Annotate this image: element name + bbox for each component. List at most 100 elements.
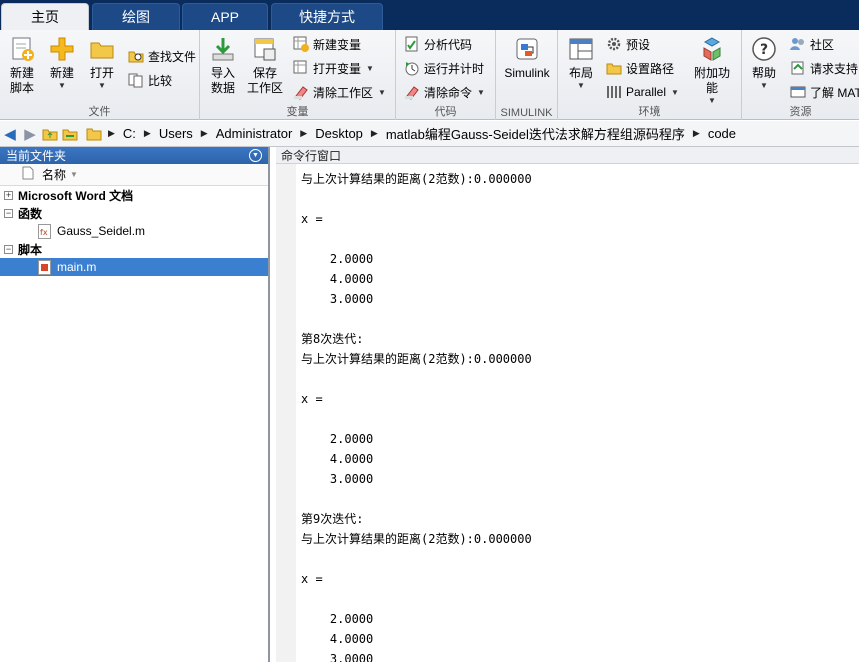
command-output-line: 3.0000 — [301, 652, 374, 662]
breadcrumb-drive[interactable]: C: — [123, 126, 136, 141]
addons-button[interactable]: 附加功能 ▼ — [690, 36, 734, 106]
clear-commands-button[interactable]: 清除命令 ▼ — [404, 82, 485, 102]
chevron-down-icon: ▼ — [671, 87, 679, 97]
learn-matlab-button[interactable]: 了解 MAT — [790, 82, 859, 102]
file-item-main[interactable]: main.m — [0, 258, 268, 276]
save-label-2: 工作区 — [246, 81, 283, 95]
command-output-line: 4.0000 — [301, 632, 374, 646]
tab-apps[interactable]: APP — [182, 3, 268, 30]
new-button[interactable]: 新建 ▼ — [42, 36, 82, 91]
analyze-code-label: 分析代码 — [424, 37, 473, 52]
command-output-line — [301, 229, 532, 249]
tab-shortcuts[interactable]: 快捷方式 — [271, 3, 383, 30]
expand-icon[interactable]: + — [4, 190, 13, 200]
analyze-code-button[interactable]: 分析代码 — [404, 34, 472, 54]
code-group: 分析代码 运行并计时 清除命令 ▼ 代码 — [396, 30, 496, 120]
back-arrow-icon[interactable]: ◀ — [0, 124, 20, 144]
command-output-line — [301, 189, 532, 209]
breadcrumb-code[interactable]: code — [708, 126, 736, 141]
command-window-header: 命令行窗口 — [276, 147, 859, 164]
code-group-label: 代码 — [434, 106, 457, 118]
support-icon — [790, 60, 806, 76]
command-output-line — [301, 549, 532, 569]
learn-matlab-label: 了解 MAT — [810, 85, 859, 100]
script-file-icon — [38, 259, 51, 275]
open-variable-button[interactable]: 打开变量 ▼ — [293, 58, 374, 78]
compare-label: 比较 — [148, 73, 173, 88]
parallel-button[interactable]: Parallel ▼ — [606, 82, 679, 102]
command-output-line: 2.0000 — [301, 252, 374, 266]
layout-icon — [568, 36, 594, 62]
new-script-icon — [9, 36, 35, 62]
community-button[interactable]: 社区 — [790, 34, 834, 54]
name-column-label: 名称 — [42, 168, 67, 182]
new-script-label-1: 新建 — [9, 66, 34, 80]
parallel-icon — [606, 84, 622, 100]
simulink-group-label: SIMULINK — [500, 107, 553, 119]
folder-icon — [89, 36, 115, 62]
root-folder-icon[interactable] — [84, 124, 104, 144]
collapse-icon[interactable]: − — [4, 244, 13, 254]
community-icon — [790, 36, 806, 52]
breadcrumb-project[interactable]: matlab编程Gauss-Seidel迭代法求解方程组源码程序 — [386, 124, 685, 143]
group-functions[interactable]: − 函数 — [0, 204, 268, 222]
set-path-button[interactable]: 设置路径 — [606, 58, 674, 78]
new-plus-icon — [49, 36, 75, 62]
new-label: 新建 — [49, 66, 74, 80]
set-path-icon — [606, 60, 622, 76]
new-script-button[interactable]: 新建 脚本 — [2, 36, 42, 96]
clear-workspace-label: 清除工作区 — [313, 85, 374, 100]
resources-group: ? 帮助 ▼ 社区 请求支持 了解 MAT 资源 — [742, 30, 859, 120]
file-item-gauss-seidel[interactable]: fx Gauss_Seidel.m — [0, 222, 268, 240]
collapse-icon[interactable]: − — [4, 208, 13, 218]
help-button[interactable]: ? 帮助 ▼ — [744, 36, 784, 91]
browse-folder-icon[interactable] — [60, 124, 80, 144]
clear-workspace-icon — [293, 84, 309, 100]
group-word-docs[interactable]: + Microsoft Word 文档 — [0, 186, 268, 204]
command-output-line — [301, 309, 532, 329]
request-support-button[interactable]: 请求支持 — [790, 58, 858, 78]
breadcrumb-users[interactable]: Users — [159, 126, 193, 141]
tab-plots[interactable]: 绘图 — [92, 3, 180, 30]
gear-icon — [606, 36, 622, 52]
group-label: 函数 — [18, 206, 43, 221]
panel-menu-icon[interactable]: ▼ — [249, 149, 262, 162]
command-output-line: x = — [301, 572, 323, 586]
command-output[interactable]: 与上次计算结果的距离(2范数):0.000000 x = 2.0000 4.000… — [301, 169, 532, 662]
up-folder-icon[interactable] — [40, 124, 60, 144]
clear-workspace-button[interactable]: 清除工作区 ▼ — [293, 82, 386, 102]
breadcrumb-desktop[interactable]: Desktop — [315, 126, 363, 141]
clear-commands-icon — [404, 84, 420, 100]
open-button[interactable]: 打开 ▼ — [82, 36, 122, 91]
save-workspace-button[interactable]: 保存 工作区 — [245, 36, 285, 96]
forward-arrow-icon[interactable]: ▶ — [20, 124, 40, 144]
command-output-line — [301, 369, 532, 389]
analyze-code-icon — [404, 36, 420, 52]
sort-down-icon: ▼ — [70, 170, 78, 179]
new-variable-icon — [293, 36, 309, 52]
group-label: Microsoft Word 文档 — [18, 188, 134, 203]
community-label: 社区 — [810, 37, 835, 52]
import-data-button[interactable]: 导入 数据 — [203, 36, 243, 96]
new-variable-button[interactable]: 新建变量 — [293, 34, 361, 54]
path-separator-icon: ▶ — [108, 128, 115, 138]
group-scripts[interactable]: − 脚本 — [0, 240, 268, 258]
breadcrumb-administrator[interactable]: Administrator — [216, 126, 293, 141]
preferences-button[interactable]: 预设 — [606, 34, 650, 54]
simulink-button[interactable]: Simulink — [500, 36, 554, 81]
name-column-header[interactable]: 名称 ▼ — [0, 164, 268, 186]
command-output-line: 与上次计算结果的距离(2范数):0.000000 — [301, 532, 532, 546]
path-separator-icon: ▶ — [143, 128, 151, 138]
find-files-icon — [128, 48, 144, 64]
tab-home[interactable]: 主页 — [1, 3, 89, 30]
run-time-icon — [404, 60, 420, 76]
compare-button[interactable]: 比较 — [128, 70, 172, 90]
set-path-label: 设置路径 — [626, 61, 675, 76]
run-and-time-button[interactable]: 运行并计时 — [404, 58, 484, 78]
simulink-icon — [514, 36, 540, 62]
command-window-panel[interactable]: 命令行窗口 与上次计算结果的距离(2范数):0.000000 x = 2.0000… — [276, 147, 859, 662]
command-output-line: 与上次计算结果的距离(2范数):0.000000 — [301, 352, 532, 366]
file-name: Gauss_Seidel.m — [57, 224, 146, 238]
layout-button[interactable]: 布局 ▼ — [561, 36, 601, 91]
find-files-button[interactable]: 查找文件 — [128, 46, 196, 66]
